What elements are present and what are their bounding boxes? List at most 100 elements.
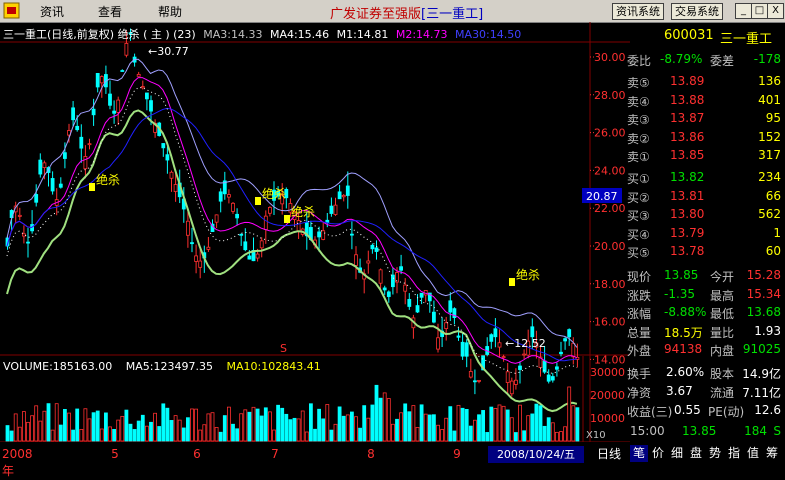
volume-bar bbox=[87, 418, 92, 442]
row-price: 13.86 bbox=[670, 129, 705, 144]
minimize-button[interactable]: _ bbox=[735, 3, 752, 19]
volume-bar bbox=[239, 413, 244, 442]
menu-item-info[interactable]: 资讯 bbox=[40, 3, 64, 20]
volume-bar bbox=[75, 408, 80, 442]
vol-ma5-value: MA5:123497.35 bbox=[125, 360, 213, 373]
volume-bar bbox=[42, 410, 47, 442]
stat-value: 94138 bbox=[664, 342, 703, 357]
volume-bar bbox=[292, 417, 297, 442]
ma-blue-line bbox=[6, 107, 577, 362]
volume-bar bbox=[518, 404, 522, 442]
candle-body bbox=[17, 214, 22, 217]
volume-bar bbox=[38, 420, 43, 442]
candle-body bbox=[198, 260, 203, 268]
candle-body bbox=[38, 159, 43, 175]
volume-bar bbox=[399, 412, 404, 442]
volume-bar bbox=[144, 425, 149, 442]
quote-tab[interactable]: 筹 bbox=[763, 445, 781, 462]
period-label[interactable]: 日线 bbox=[592, 446, 626, 463]
kline-chart[interactable]: 30.00 28.00 26.00 24.00 22.00 20.00 18.00 16.00… bbox=[0, 22, 630, 442]
quote-tab[interactable]: 盘 bbox=[687, 445, 705, 462]
app-icon[interactable] bbox=[2, 2, 22, 19]
volume-bar bbox=[321, 418, 326, 442]
ma4-value: MA4:15.46 bbox=[269, 28, 330, 41]
volume-bar bbox=[427, 414, 432, 442]
volume-bar bbox=[538, 405, 543, 442]
candle-body bbox=[321, 230, 326, 240]
stat-value-2: 91025 bbox=[742, 342, 781, 357]
price-axis-label: 14.00 bbox=[594, 353, 626, 366]
quote-tab[interactable]: 细 bbox=[668, 445, 686, 462]
quote-tab[interactable]: 势 bbox=[706, 445, 724, 462]
candle-body bbox=[436, 337, 440, 350]
menu-item-view[interactable]: 查看 bbox=[98, 3, 122, 20]
volume-bar bbox=[284, 413, 289, 442]
volume-bar bbox=[26, 421, 30, 442]
m1-value: M1:14.81 bbox=[336, 28, 389, 41]
quote-tab[interactable]: 值 bbox=[744, 445, 762, 462]
volume-bar bbox=[280, 407, 285, 442]
candle-body bbox=[124, 43, 129, 56]
info-system-button[interactable]: 资讯系统 bbox=[612, 3, 664, 20]
volume-bar bbox=[403, 403, 408, 442]
current-date: 2008/10/24/五 bbox=[488, 446, 584, 463]
candle-body bbox=[140, 86, 145, 89]
volume-bar bbox=[91, 412, 96, 442]
volume-bar bbox=[325, 404, 330, 442]
candle-body bbox=[468, 371, 473, 378]
maximize-button[interactable]: □ bbox=[751, 3, 768, 19]
sell-row: 卖⑤ 13.89 136 bbox=[627, 74, 785, 91]
candle-body bbox=[370, 244, 375, 250]
candle-body bbox=[415, 305, 420, 313]
candle-body bbox=[329, 205, 334, 214]
candle-body bbox=[386, 291, 391, 297]
volume-bar bbox=[50, 429, 55, 442]
volume-bar bbox=[104, 412, 108, 442]
volume-bar bbox=[440, 429, 445, 442]
candle-body bbox=[501, 356, 506, 359]
row-price: 13.79 bbox=[670, 225, 705, 240]
price-axis-label: 24.00 bbox=[594, 164, 626, 177]
volume-bar bbox=[190, 408, 194, 442]
quote-tab[interactable]: 笔 bbox=[630, 445, 648, 462]
menu-item-help[interactable]: 帮助 bbox=[158, 3, 182, 20]
candle-body bbox=[116, 99, 121, 113]
candle-body bbox=[477, 379, 481, 382]
volume-bar bbox=[333, 423, 338, 442]
candle-body bbox=[120, 70, 125, 72]
tick-row: 15:00 13.85 184 S bbox=[630, 424, 785, 441]
stat-row: 涨跌 -1.35 最高 15.34 bbox=[627, 287, 785, 304]
signal-label: 绝杀 bbox=[262, 186, 286, 201]
price-axis-label: 26.00 bbox=[594, 127, 626, 140]
row-label: 买② bbox=[627, 190, 650, 205]
volume-bar bbox=[559, 431, 563, 442]
volume-bar bbox=[153, 412, 158, 442]
trade-system-button[interactable]: 交易系统 bbox=[671, 3, 723, 20]
stat-value-2: 7.11亿 bbox=[742, 386, 781, 400]
volume-bar bbox=[71, 429, 75, 442]
stat-value: 2.60% bbox=[666, 365, 705, 379]
stat2-row: 换手 2.60% 股本 14.9亿 bbox=[627, 365, 785, 382]
quote-tab[interactable]: 指 bbox=[725, 445, 743, 462]
stat-label-2: 股本 bbox=[710, 367, 735, 381]
volume-bar bbox=[194, 408, 199, 442]
row-volume: 401 bbox=[758, 92, 781, 107]
volume-bar bbox=[128, 423, 133, 442]
candle-body bbox=[419, 292, 424, 298]
close-button[interactable]: X bbox=[767, 3, 784, 19]
volume-bar bbox=[46, 403, 51, 442]
row-volume: 562 bbox=[758, 207, 781, 222]
candle-body bbox=[26, 241, 30, 244]
volume-bar bbox=[354, 416, 358, 442]
volume-bar bbox=[509, 417, 514, 442]
candle-body bbox=[161, 143, 166, 149]
candle-body bbox=[239, 233, 244, 236]
volume-bar bbox=[436, 424, 440, 442]
volume-bar bbox=[390, 423, 395, 442]
volume-bar bbox=[345, 414, 350, 442]
quote-tab[interactable]: 价 bbox=[649, 445, 667, 462]
volume-bar bbox=[13, 413, 18, 442]
stat-label: 涨幅 bbox=[627, 307, 652, 322]
buy-row: 买① 13.82 234 bbox=[627, 170, 785, 187]
tick-time: 15:00 bbox=[630, 424, 665, 438]
